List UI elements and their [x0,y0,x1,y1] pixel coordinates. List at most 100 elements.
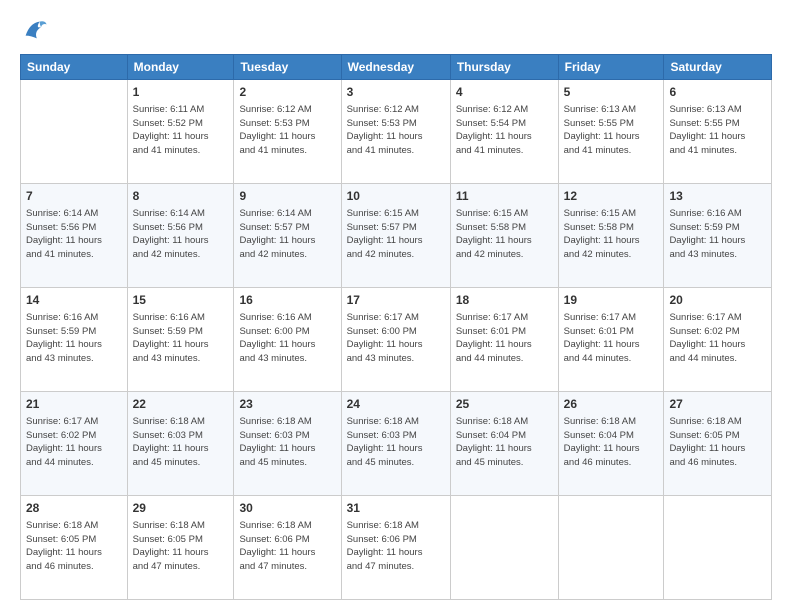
day-number: 22 [133,396,229,413]
calendar-cell: 18Sunrise: 6:17 AM Sunset: 6:01 PM Dayli… [450,288,558,392]
day-info: Sunrise: 6:18 AM Sunset: 6:03 PM Dayligh… [133,415,229,470]
calendar-cell: 24 Sunrise: 6:18 AM Sunset: 6:03 PM Dayli… [341,392,450,496]
day-number: 21 [26,396,122,413]
calendar-cell: 1 Sunrise: 6:11 AM Sunset: 5:52 PM Daylig… [127,80,234,184]
page: SundayMondayTuesdayWednesdayThursdayFrid… [0,0,792,612]
day-info: Sunrise: 6:18 AM Sunset: 6:06 PM Dayligh… [347,519,445,574]
week-row-5: 28 Sunrise: 6:18 AM Sunset: 6:05 PM Dayli… [21,496,772,600]
day-number: 4 [456,84,553,101]
calendar-cell: 4Sunrise: 6:12 AM Sunset: 5:54 PM Daylig… [450,80,558,184]
day-info: Sunrise: 6:16 AM Sunset: 6:00 PM Dayligh… [239,311,335,366]
day-info: Sunrise: 6:13 AM Sunset: 5:55 PM Dayligh… [669,103,766,158]
calendar-cell: 12Sunrise: 6:15 AM Sunset: 5:58 PM Dayli… [558,184,664,288]
calendar-cell [21,80,128,184]
day-info: Sunrise: 6:11 AM Sunset: 5:52 PM Dayligh… [133,103,229,158]
day-info: Sunrise: 6:18 AM Sunset: 6:05 PM Dayligh… [26,519,122,574]
day-number: 17 [347,292,445,309]
calendar-cell: 20 Sunrise: 6:17 AM Sunset: 6:02 PM Dayli… [664,288,772,392]
day-number: 8 [133,188,229,205]
calendar-cell [558,496,664,600]
day-info: Sunrise: 6:14 AM Sunset: 5:56 PM Dayligh… [26,207,122,262]
day-number: 16 [239,292,335,309]
logo [20,16,52,44]
calendar-cell: 9 Sunrise: 6:14 AM Sunset: 5:57 PM Daylig… [234,184,341,288]
day-info: Sunrise: 6:12 AM Sunset: 5:53 PM Dayligh… [347,103,445,158]
calendar-cell: 26Sunrise: 6:18 AM Sunset: 6:04 PM Dayli… [558,392,664,496]
day-number: 27 [669,396,766,413]
calendar-cell: 19Sunrise: 6:17 AM Sunset: 6:01 PM Dayli… [558,288,664,392]
day-info: Sunrise: 6:18 AM Sunset: 6:03 PM Dayligh… [347,415,445,470]
day-number: 13 [669,188,766,205]
day-number: 9 [239,188,335,205]
day-number: 26 [564,396,659,413]
calendar-cell: 6Sunrise: 6:13 AM Sunset: 5:55 PM Daylig… [664,80,772,184]
weekday-header-friday: Friday [558,55,664,80]
week-row-2: 7 Sunrise: 6:14 AM Sunset: 5:56 PM Daylig… [21,184,772,288]
day-info: Sunrise: 6:18 AM Sunset: 6:06 PM Dayligh… [239,519,335,574]
calendar-cell: 16 Sunrise: 6:16 AM Sunset: 6:00 PM Dayli… [234,288,341,392]
calendar-cell: 17 Sunrise: 6:17 AM Sunset: 6:00 PM Dayli… [341,288,450,392]
day-info: Sunrise: 6:16 AM Sunset: 5:59 PM Dayligh… [26,311,122,366]
day-info: Sunrise: 6:18 AM Sunset: 6:05 PM Dayligh… [669,415,766,470]
day-number: 7 [26,188,122,205]
day-number: 20 [669,292,766,309]
calendar-cell [450,496,558,600]
calendar-cell: 7 Sunrise: 6:14 AM Sunset: 5:56 PM Daylig… [21,184,128,288]
weekday-header-wednesday: Wednesday [341,55,450,80]
day-info: Sunrise: 6:18 AM Sunset: 6:04 PM Dayligh… [456,415,553,470]
calendar-cell: 28 Sunrise: 6:18 AM Sunset: 6:05 PM Dayli… [21,496,128,600]
day-number: 1 [133,84,229,101]
day-info: Sunrise: 6:18 AM Sunset: 6:05 PM Dayligh… [133,519,229,574]
day-number: 19 [564,292,659,309]
week-row-4: 21 Sunrise: 6:17 AM Sunset: 6:02 PM Dayli… [21,392,772,496]
calendar-cell: 2Sunrise: 6:12 AM Sunset: 5:53 PM Daylig… [234,80,341,184]
day-number: 3 [347,84,445,101]
calendar-cell: 11 Sunrise: 6:15 AM Sunset: 5:58 PM Dayli… [450,184,558,288]
day-info: Sunrise: 6:18 AM Sunset: 6:03 PM Dayligh… [239,415,335,470]
calendar-cell [664,496,772,600]
calendar-cell: 8 Sunrise: 6:14 AM Sunset: 5:56 PM Daylig… [127,184,234,288]
weekday-header-saturday: Saturday [664,55,772,80]
day-info: Sunrise: 6:13 AM Sunset: 5:55 PM Dayligh… [564,103,659,158]
weekday-header-row: SundayMondayTuesdayWednesdayThursdayFrid… [21,55,772,80]
calendar-cell: 15Sunrise: 6:16 AM Sunset: 5:59 PM Dayli… [127,288,234,392]
day-number: 5 [564,84,659,101]
day-number: 18 [456,292,553,309]
day-info: Sunrise: 6:17 AM Sunset: 6:02 PM Dayligh… [669,311,766,366]
calendar-cell: 29 Sunrise: 6:18 AM Sunset: 6:05 PM Dayli… [127,496,234,600]
day-number: 28 [26,500,122,517]
calendar-cell: 25 Sunrise: 6:18 AM Sunset: 6:04 PM Dayli… [450,392,558,496]
calendar-cell: 10Sunrise: 6:15 AM Sunset: 5:57 PM Dayli… [341,184,450,288]
day-info: Sunrise: 6:12 AM Sunset: 5:53 PM Dayligh… [239,103,335,158]
calendar-cell: 22 Sunrise: 6:18 AM Sunset: 6:03 PM Dayli… [127,392,234,496]
day-info: Sunrise: 6:17 AM Sunset: 6:02 PM Dayligh… [26,415,122,470]
day-number: 11 [456,188,553,205]
logo-icon [20,16,48,44]
day-info: Sunrise: 6:17 AM Sunset: 6:00 PM Dayligh… [347,311,445,366]
calendar-cell: 14 Sunrise: 6:16 AM Sunset: 5:59 PM Dayli… [21,288,128,392]
calendar-table: SundayMondayTuesdayWednesdayThursdayFrid… [20,54,772,600]
weekday-header-sunday: Sunday [21,55,128,80]
day-number: 25 [456,396,553,413]
day-number: 29 [133,500,229,517]
day-number: 24 [347,396,445,413]
day-number: 12 [564,188,659,205]
day-info: Sunrise: 6:14 AM Sunset: 5:56 PM Dayligh… [133,207,229,262]
day-number: 30 [239,500,335,517]
week-row-1: 1 Sunrise: 6:11 AM Sunset: 5:52 PM Daylig… [21,80,772,184]
weekday-header-thursday: Thursday [450,55,558,80]
header [20,16,772,44]
day-info: Sunrise: 6:15 AM Sunset: 5:58 PM Dayligh… [456,207,553,262]
calendar-cell: 30 Sunrise: 6:18 AM Sunset: 6:06 PM Dayli… [234,496,341,600]
week-row-3: 14 Sunrise: 6:16 AM Sunset: 5:59 PM Dayli… [21,288,772,392]
calendar-cell: 27 Sunrise: 6:18 AM Sunset: 6:05 PM Dayli… [664,392,772,496]
calendar-cell: 21 Sunrise: 6:17 AM Sunset: 6:02 PM Dayli… [21,392,128,496]
day-info: Sunrise: 6:14 AM Sunset: 5:57 PM Dayligh… [239,207,335,262]
day-info: Sunrise: 6:16 AM Sunset: 5:59 PM Dayligh… [669,207,766,262]
calendar-cell: 31Sunrise: 6:18 AM Sunset: 6:06 PM Dayli… [341,496,450,600]
day-number: 14 [26,292,122,309]
calendar-cell: 3 Sunrise: 6:12 AM Sunset: 5:53 PM Daylig… [341,80,450,184]
calendar-cell: 13 Sunrise: 6:16 AM Sunset: 5:59 PM Dayli… [664,184,772,288]
day-number: 15 [133,292,229,309]
day-info: Sunrise: 6:15 AM Sunset: 5:57 PM Dayligh… [347,207,445,262]
